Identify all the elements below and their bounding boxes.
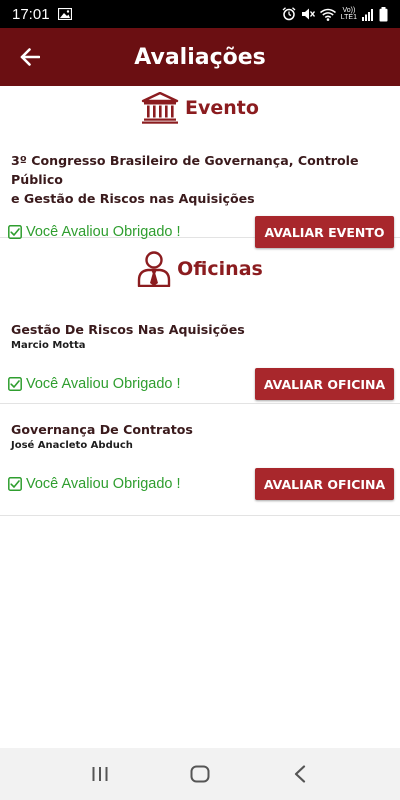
mute-icon xyxy=(301,7,315,21)
institution-icon xyxy=(141,92,179,124)
oficina-card-row: Você Avaliou Obrigado ! AVALIAR OFICINA xyxy=(8,368,394,400)
nav-back-button[interactable] xyxy=(280,754,320,794)
evento-title-line2: e Gestão de Riscos nas Aquisições xyxy=(11,191,255,206)
oficina-rated-text: Você Avaliou Obrigado ! xyxy=(26,476,181,492)
arrow-left-icon xyxy=(20,48,40,66)
network-label-top: Vo)) xyxy=(342,7,356,14)
signal-icon xyxy=(362,8,374,21)
oficina-speaker: Marcio Motta xyxy=(11,340,86,351)
evento-card: 3º Congresso Brasileiro de Governança, C… xyxy=(0,130,400,248)
network-label-bottom: LTE1 xyxy=(340,14,357,21)
oficinas-section-header: Oficinas xyxy=(0,240,400,298)
oficina-rated-text: Você Avaliou Obrigado ! xyxy=(26,376,181,392)
evento-title-line1: 3º Congresso Brasileiro de Governança, C… xyxy=(11,153,359,187)
oficina-rated-status: Você Avaliou Obrigado ! xyxy=(8,476,181,492)
wifi-icon xyxy=(319,8,336,21)
avaliar-evento-button[interactable]: AVALIAR EVENTO xyxy=(255,216,394,248)
evento-rated-text: Você Avaliou Obrigado ! xyxy=(26,224,181,240)
oficina-rated-status: Você Avaliou Obrigado ! xyxy=(8,376,181,392)
back-icon xyxy=(294,765,306,783)
oficina-card: Governança De Contratos José Anacleto Ab… xyxy=(0,404,400,516)
main-content: Evento 3º Congresso Brasileiro de Govern… xyxy=(0,86,400,516)
network-type-icon: Vo)) LTE1 xyxy=(341,7,357,21)
avaliar-oficina-button[interactable]: AVALIAR OFICINA xyxy=(255,468,394,500)
check-box-icon xyxy=(8,225,22,239)
oficinas-section-title: Oficinas xyxy=(177,258,263,280)
app-bar: Avaliações xyxy=(0,28,400,86)
recent-apps-button[interactable] xyxy=(80,754,120,794)
home-icon xyxy=(190,765,210,783)
page-title: Avaliações xyxy=(134,44,266,70)
evento-section-title: Evento xyxy=(185,97,259,119)
back-button[interactable] xyxy=(14,42,46,72)
battery-icon xyxy=(379,6,388,22)
person-tie-icon xyxy=(137,251,171,287)
recent-apps-icon xyxy=(92,767,108,781)
status-left: 17:01 xyxy=(12,6,72,23)
image-icon xyxy=(57,8,72,20)
oficina-speaker: José Anacleto Abduch xyxy=(11,440,133,451)
evento-rated-status: Você Avaliou Obrigado ! xyxy=(8,224,181,240)
check-box-icon xyxy=(8,477,22,491)
check-box-icon xyxy=(8,377,22,391)
oficina-title: Gestão De Riscos Nas Aquisições xyxy=(11,322,245,337)
home-button[interactable] xyxy=(180,754,220,794)
oficina-title: Governança De Contratos xyxy=(11,422,193,437)
status-right: Vo)) LTE1 xyxy=(282,6,388,22)
avaliar-oficina-button[interactable]: AVALIAR OFICINA xyxy=(255,368,394,400)
oficina-card: Gestão De Riscos Nas Aquisições Marcio M… xyxy=(0,298,400,404)
evento-section-header: Evento xyxy=(0,86,400,130)
system-nav-bar xyxy=(0,748,400,800)
alarm-icon xyxy=(282,7,296,21)
status-bar: 17:01 Vo)) LTE1 xyxy=(0,0,400,28)
app-screen: 17:01 Vo)) LTE1 Avaliações Evento 3º Con… xyxy=(0,0,400,800)
oficina-card-row: Você Avaliou Obrigado ! AVALIAR OFICINA xyxy=(8,468,394,500)
evento-card-row: Você Avaliou Obrigado ! AVALIAR EVENTO xyxy=(8,216,394,248)
status-time: 17:01 xyxy=(12,5,50,23)
